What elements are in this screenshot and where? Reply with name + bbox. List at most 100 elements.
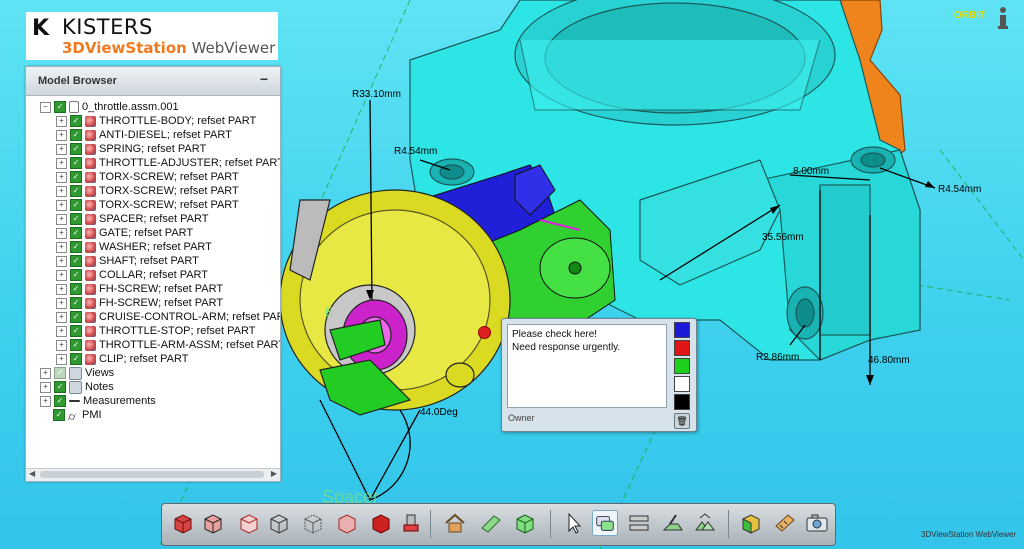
- visibility-checkbox[interactable]: ✓: [54, 101, 66, 114]
- dimension-length-8[interactable]: 8.00mm: [793, 166, 829, 177]
- hidden-line-view-icon[interactable]: [236, 510, 262, 536]
- shaded-edges-view-icon[interactable]: [200, 510, 226, 536]
- visibility-checkbox[interactable]: ✓: [54, 381, 66, 394]
- wireframe-view-icon[interactable]: [266, 510, 292, 536]
- tree-section-measurements[interactable]: + ✓ Measurements: [40, 394, 156, 408]
- expand-toggle-icon[interactable]: +: [56, 129, 67, 141]
- transparent-view-icon[interactable]: [300, 510, 326, 536]
- tree-item-part[interactable]: + ✓ ANTI-DIESEL; refset PART: [56, 128, 232, 142]
- expand-toggle-icon[interactable]: +: [56, 185, 67, 197]
- expand-toggle-icon[interactable]: +: [56, 241, 67, 253]
- visibility-checkbox[interactable]: ✓: [70, 199, 82, 212]
- visibility-checkbox[interactable]: ✓: [70, 269, 82, 282]
- visibility-checkbox[interactable]: ✓: [70, 171, 82, 184]
- dimension-angle[interactable]: 44.0Deg: [420, 407, 458, 418]
- visibility-checkbox[interactable]: ✓: [70, 143, 82, 156]
- tree-item-part[interactable]: + ✓ THROTTLE-STOP; refset PART: [56, 324, 255, 338]
- color-swatch-black[interactable]: [674, 394, 690, 410]
- tree-item-part[interactable]: + ✓ WASHER; refset PART: [56, 240, 212, 254]
- expand-toggle-icon[interactable]: +: [56, 171, 67, 183]
- visibility-checkbox[interactable]: ✓: [70, 227, 82, 240]
- expand-toggle-icon[interactable]: −: [40, 101, 51, 113]
- tree-item-part[interactable]: + ✓ SPRING; refset PART: [56, 142, 206, 156]
- visibility-checkbox[interactable]: ✓: [70, 185, 82, 198]
- expand-toggle-icon[interactable]: +: [56, 325, 67, 337]
- visibility-checkbox[interactable]: ✓: [70, 255, 82, 268]
- scroll-right-icon[interactable]: ▶: [271, 469, 277, 478]
- notes-icon[interactable]: [592, 510, 618, 536]
- expand-toggle-icon[interactable]: +: [56, 199, 67, 211]
- visibility-checkbox[interactable]: ✓: [53, 409, 65, 422]
- tree-item-part[interactable]: + ✓ COLLAR; refset PART: [56, 268, 208, 282]
- tree-item-part[interactable]: + ✓ SPACER; refset PART: [56, 212, 208, 226]
- explode-icon[interactable]: [692, 510, 718, 536]
- expand-toggle-icon[interactable]: +: [56, 269, 67, 281]
- tree-item-part[interactable]: + ✓ THROTTLE-ARM-ASSM; refset PART: [56, 338, 280, 352]
- expand-toggle-icon[interactable]: +: [56, 213, 67, 225]
- section-view-icon[interactable]: [398, 510, 424, 536]
- horizontal-scrollbar[interactable]: ◀ ▶: [26, 468, 280, 481]
- screenshot-icon[interactable]: [804, 510, 830, 536]
- tree-section-views[interactable]: + ✓ Views: [40, 366, 114, 380]
- expand-toggle-icon[interactable]: +: [40, 395, 51, 407]
- expand-toggle-icon[interactable]: +: [56, 353, 67, 365]
- solid-red-view-icon[interactable]: [368, 510, 394, 536]
- dimension-radius-r33[interactable]: R33.10mm: [352, 89, 401, 100]
- tree-item-part[interactable]: + ✓ THROTTLE-BODY; refset PART: [56, 114, 256, 128]
- visibility-checkbox[interactable]: ✓: [70, 213, 82, 226]
- part-colors-icon[interactable]: [738, 510, 764, 536]
- tree-section-pmi[interactable]: ✓ ⌭ PMI: [53, 408, 102, 423]
- expand-toggle-icon[interactable]: +: [56, 143, 67, 155]
- color-swatch-red[interactable]: [674, 340, 690, 356]
- tree-item-part[interactable]: + ✓ GATE; refset PART: [56, 226, 193, 240]
- tape-measure-icon[interactable]: [772, 510, 798, 536]
- color-swatch-blue[interactable]: [674, 322, 690, 338]
- info-icon[interactable]: [996, 6, 1010, 32]
- visibility-checkbox[interactable]: ✓: [70, 325, 82, 338]
- expand-toggle-icon[interactable]: +: [56, 255, 67, 267]
- dimension-length-4680[interactable]: 46.80mm: [868, 355, 910, 366]
- dimension-length-3556[interactable]: 35.56mm: [762, 232, 804, 243]
- visibility-checkbox[interactable]: ✓: [70, 353, 82, 366]
- expand-toggle-icon[interactable]: +: [40, 381, 51, 393]
- tree-root[interactable]: − ✓ 0_throttle.assm.001: [40, 100, 179, 114]
- tree-item-part[interactable]: + ✓ SHAFT; refset PART: [56, 254, 199, 268]
- visibility-checkbox[interactable]: ✓: [70, 157, 82, 170]
- visibility-checkbox[interactable]: ✓: [70, 283, 82, 296]
- scrollbar-thumb[interactable]: [40, 471, 264, 478]
- tree-item-part[interactable]: + ✓ TORX-SCREW; refset PART: [56, 170, 239, 184]
- scroll-left-icon[interactable]: ◀: [29, 469, 35, 478]
- visibility-checkbox[interactable]: ✓: [70, 129, 82, 142]
- visibility-checkbox[interactable]: ✓: [54, 395, 66, 408]
- markup-icon[interactable]: [660, 510, 686, 536]
- visibility-checkbox[interactable]: ✓: [70, 115, 82, 128]
- tree-section-notes[interactable]: + ✓ Notes: [40, 380, 114, 394]
- tree-item-part[interactable]: + ✓ TORX-SCREW; refset PART: [56, 184, 239, 198]
- tree-item-part[interactable]: + ✓ FH-SCREW; refset PART: [56, 296, 223, 310]
- dimension-radius-r454-right[interactable]: R4.54mm: [938, 184, 981, 195]
- note-anchor-pin[interactable]: [478, 326, 491, 339]
- tree-item-part[interactable]: + ✓ CRUISE-CONTROL-ARM; refset PAR: [56, 310, 280, 324]
- collapse-panel-button[interactable]: −: [256, 71, 272, 87]
- visibility-checkbox[interactable]: ✓: [70, 241, 82, 254]
- visibility-checkbox[interactable]: ✓: [70, 297, 82, 310]
- dimension-radius-r454-left[interactable]: R4.54mm: [394, 146, 437, 157]
- expand-toggle-icon[interactable]: +: [56, 283, 67, 295]
- color-swatch-white[interactable]: [674, 376, 690, 392]
- tree-item-part[interactable]: + ✓ THROTTLE-ADJUSTER; refset PART: [56, 156, 280, 170]
- note-text-area[interactable]: Please check here! Need response urgentl…: [507, 324, 667, 408]
- visibility-checkbox[interactable]: ✓: [70, 311, 82, 324]
- expand-toggle-icon[interactable]: +: [56, 297, 67, 309]
- expand-toggle-icon[interactable]: +: [56, 115, 67, 127]
- color-swatch-green[interactable]: [674, 358, 690, 374]
- tree-item-part[interactable]: + ✓ CLIP; refset PART: [56, 352, 188, 366]
- shaded-view-icon[interactable]: [170, 510, 196, 536]
- visibility-checkbox[interactable]: ✓: [54, 367, 66, 380]
- dimension-radius-r286[interactable]: R2.86mm: [756, 352, 799, 363]
- fit-view-icon[interactable]: [478, 510, 504, 536]
- select-cursor-icon[interactable]: [560, 510, 586, 536]
- tree-item-part[interactable]: + ✓ TORX-SCREW; refset PART: [56, 198, 239, 212]
- iso-view-icon[interactable]: [512, 510, 538, 536]
- visibility-checkbox[interactable]: ✓: [70, 339, 82, 352]
- expand-toggle-icon[interactable]: +: [56, 311, 67, 323]
